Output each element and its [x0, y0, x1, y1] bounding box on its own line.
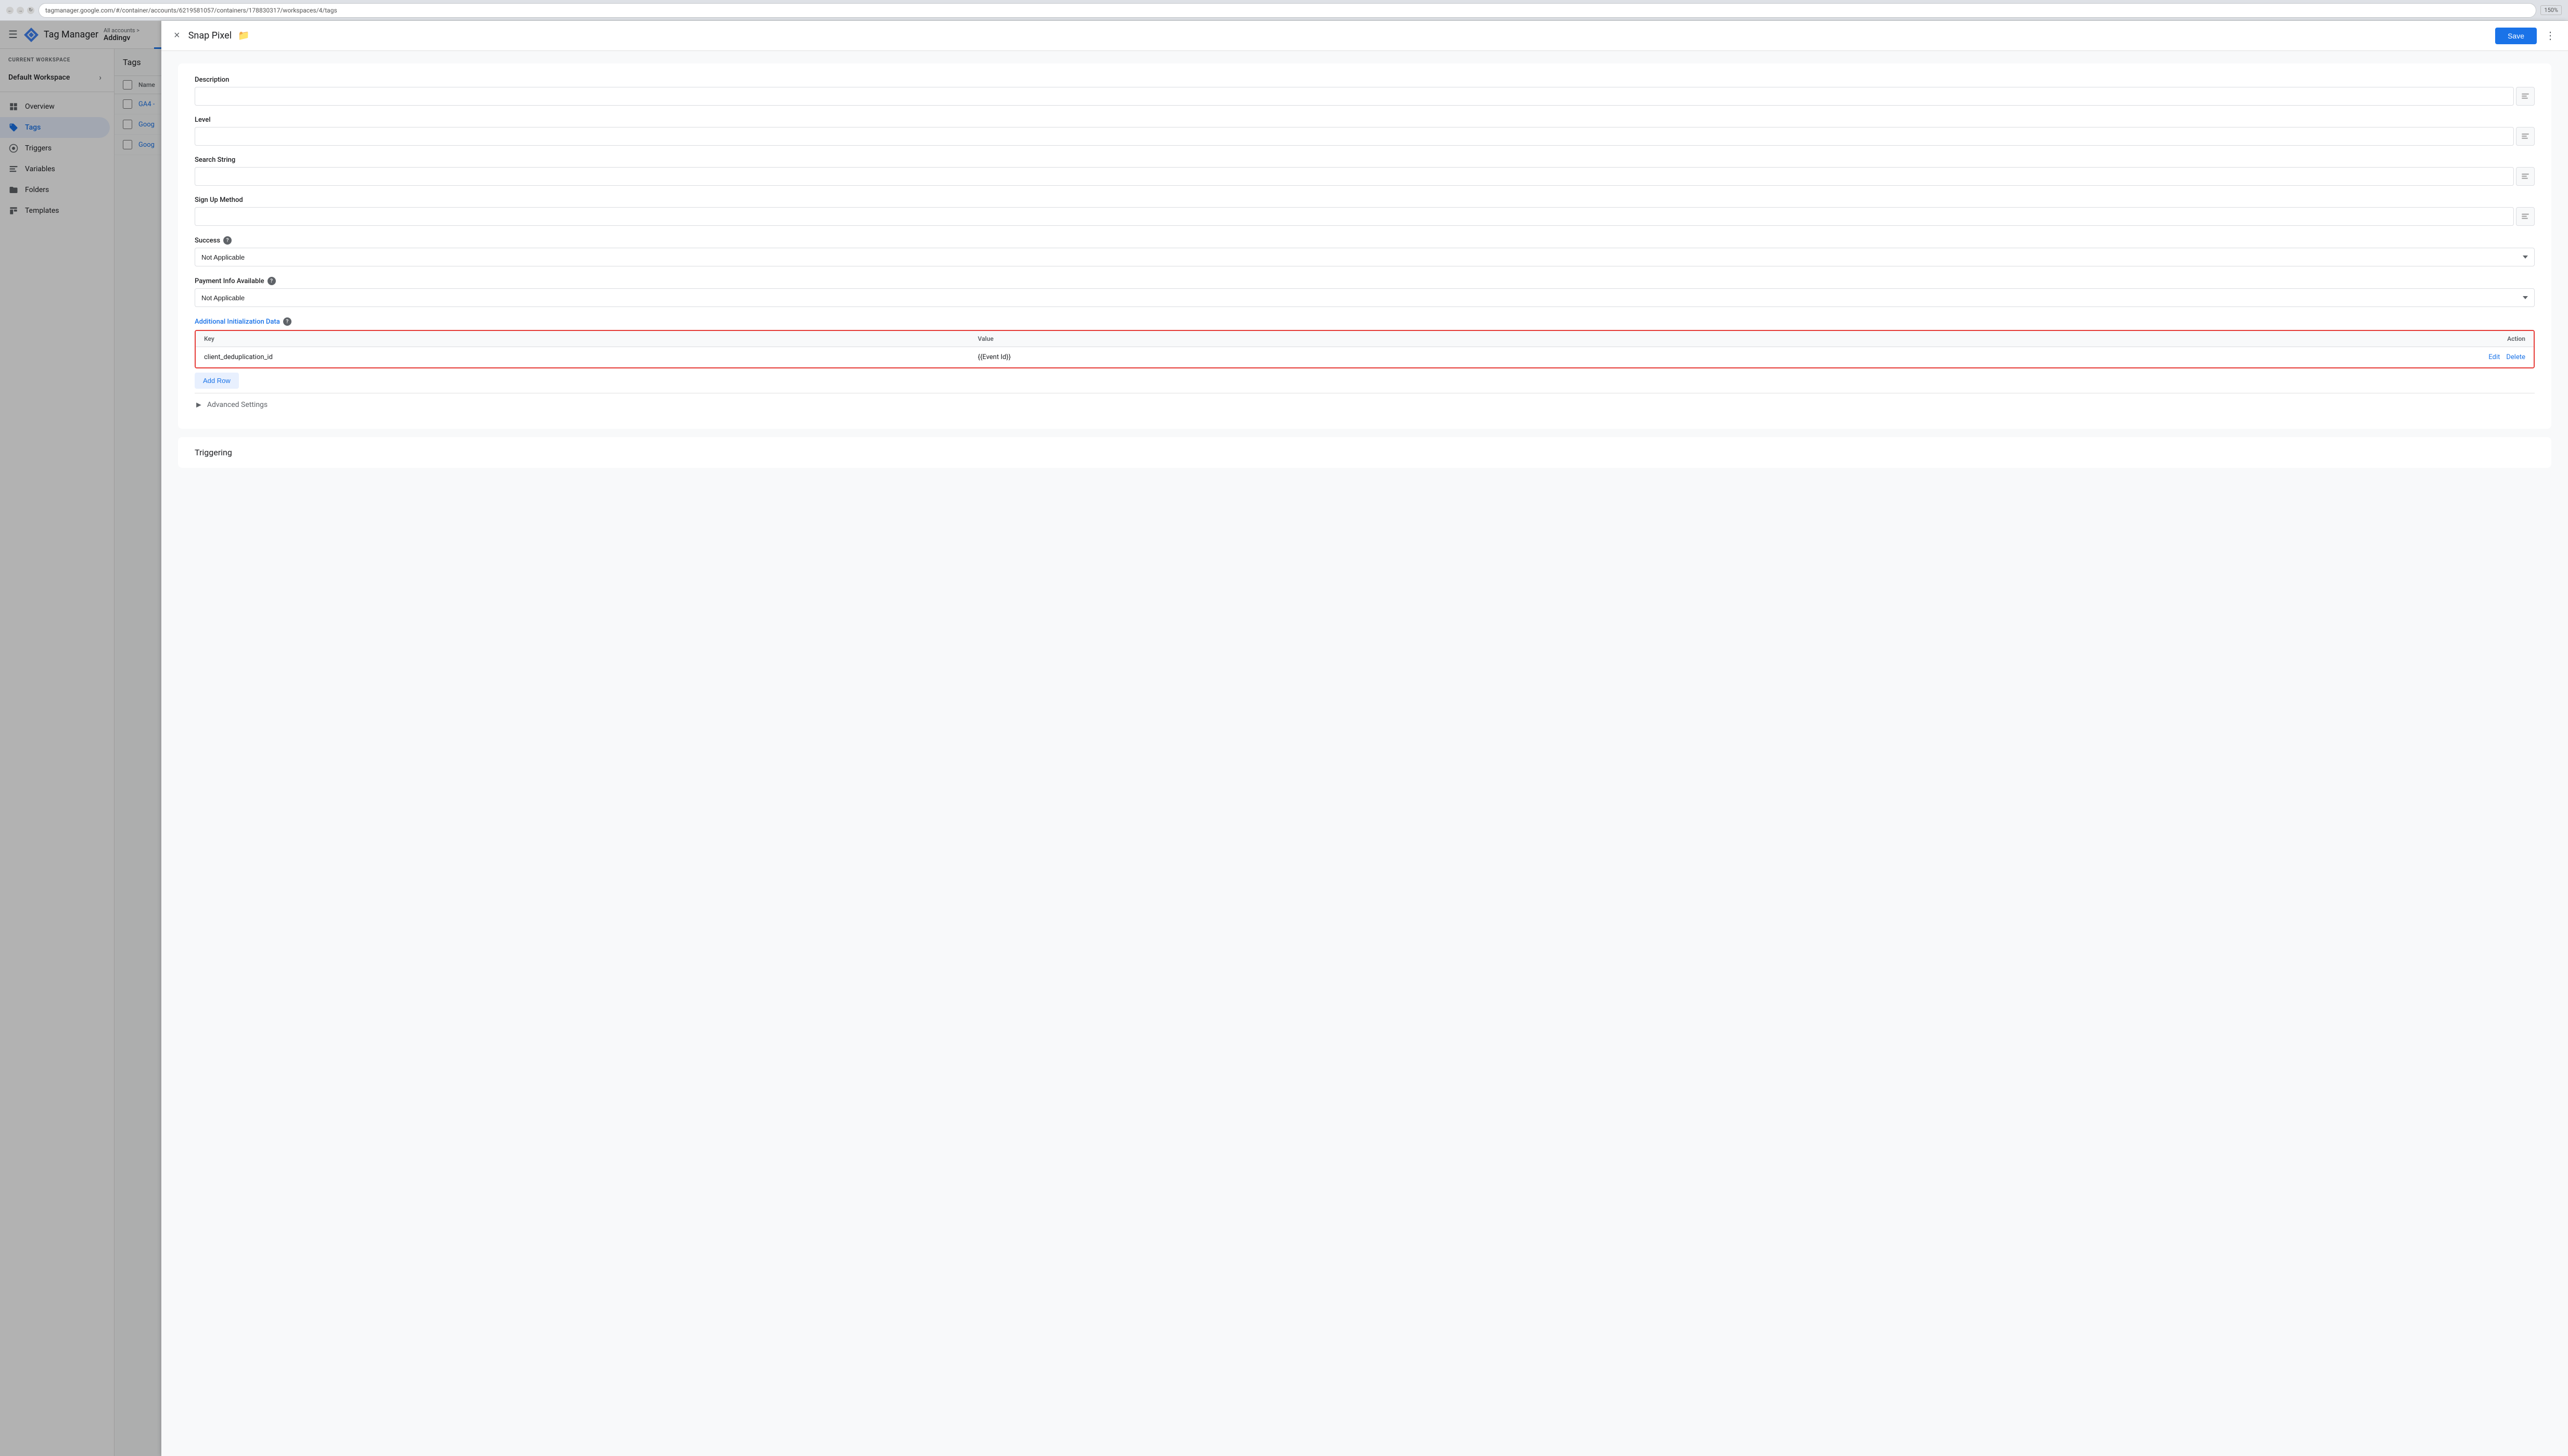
init-cell-key-1: client_deduplication_id: [204, 353, 978, 361]
address-bar[interactable]: tagmanager.google.com/#/container/accoun…: [39, 3, 2536, 18]
success-help-icon[interactable]: ?: [223, 236, 232, 245]
sign-up-method-label: Sign Up Method: [195, 196, 2535, 204]
init-data-section: Additional Initialization Data ? Key Val…: [195, 317, 2535, 389]
description-input[interactable]: [195, 87, 2514, 106]
payment-info-select-wrapper: Not Applicable True False: [195, 288, 2535, 307]
init-data-help-icon[interactable]: ?: [283, 317, 291, 326]
description-input-row: [195, 87, 2535, 106]
success-field: Success ? Not Applicable True False: [195, 236, 2535, 266]
level-variable-button[interactable]: [2516, 127, 2535, 146]
init-cell-value-1: {{Event Id}}: [978, 353, 2139, 361]
level-field: Level: [195, 116, 2535, 146]
level-input-row: [195, 127, 2535, 146]
triggering-section: Triggering: [178, 437, 2551, 468]
panel-content: Description Level: [161, 51, 2568, 1456]
payment-info-label: Payment Info Available ?: [195, 277, 2535, 285]
init-cell-action-1: Edit Delete: [2139, 353, 2525, 361]
payment-info-select[interactable]: Not Applicable True False: [195, 288, 2535, 307]
success-select-wrapper: Not Applicable True False: [195, 248, 2535, 266]
browser-chrome: ← → ↻ tagmanager.google.com/#/container/…: [0, 0, 2568, 21]
expand-icon: ►: [195, 400, 203, 410]
sign-up-method-variable-button[interactable]: [2516, 207, 2535, 226]
init-col-key-header: Key: [204, 335, 978, 342]
delete-button-1[interactable]: Delete: [2506, 353, 2525, 361]
description-variable-button[interactable]: [2516, 87, 2535, 106]
triggering-title: Triggering: [195, 448, 2535, 457]
init-data-label[interactable]: Additional Initialization Data ?: [195, 317, 2535, 326]
edit-button-1[interactable]: Edit: [2488, 353, 2500, 361]
search-string-field: Search String: [195, 156, 2535, 186]
init-data-row: client_deduplication_id {{Event Id}} Edi…: [196, 347, 2534, 367]
init-data-table-header: Key Value Action: [196, 331, 2534, 347]
search-string-label: Search String: [195, 156, 2535, 164]
sign-up-method-input[interactable]: [195, 207, 2514, 226]
payment-info-help-icon[interactable]: ?: [268, 277, 276, 285]
success-label: Success ?: [195, 236, 2535, 245]
init-col-value-header: Value: [978, 335, 2139, 342]
search-string-input-row: [195, 167, 2535, 186]
refresh-button[interactable]: ↻: [27, 7, 34, 14]
modal-overlay: × Snap Pixel 📁 Save ⋮ Description: [0, 49, 2568, 1456]
search-string-variable-button[interactable]: [2516, 167, 2535, 186]
advanced-settings-label: Advanced Settings: [207, 401, 268, 409]
advanced-settings[interactable]: ► Advanced Settings: [195, 393, 2535, 416]
success-select[interactable]: Not Applicable True False: [195, 248, 2535, 266]
zoom-badge: 150%: [2540, 5, 2562, 15]
snap-pixel-panel: × Snap Pixel 📁 Save ⋮ Description: [161, 49, 2568, 1456]
level-label: Level: [195, 116, 2535, 124]
sign-up-method-input-row: [195, 207, 2535, 226]
description-label: Description: [195, 76, 2535, 84]
add-row-button[interactable]: Add Row: [195, 373, 239, 389]
description-field: Description: [195, 76, 2535, 106]
app-container: ☰ Tag Manager All accounts > Addingv Wor…: [0, 21, 2568, 1456]
sign-up-method-field: Sign Up Method: [195, 196, 2535, 226]
back-button[interactable]: ←: [6, 7, 14, 14]
search-string-input[interactable]: [195, 167, 2514, 186]
init-data-table: Key Value Action client_deduplication_id…: [195, 330, 2535, 368]
forward-button[interactable]: →: [17, 7, 24, 14]
address-text: tagmanager.google.com/#/container/accoun…: [45, 7, 337, 14]
main-area: CURRENT WORKSPACE Default Workspace › Ov…: [0, 49, 2568, 1456]
payment-info-field: Payment Info Available ? Not Applicable …: [195, 277, 2535, 307]
level-input[interactable]: [195, 127, 2514, 146]
init-col-action-header: Action: [2139, 335, 2525, 342]
form-section-main: Description Level: [178, 63, 2551, 429]
browser-controls: ← → ↻: [6, 7, 34, 14]
